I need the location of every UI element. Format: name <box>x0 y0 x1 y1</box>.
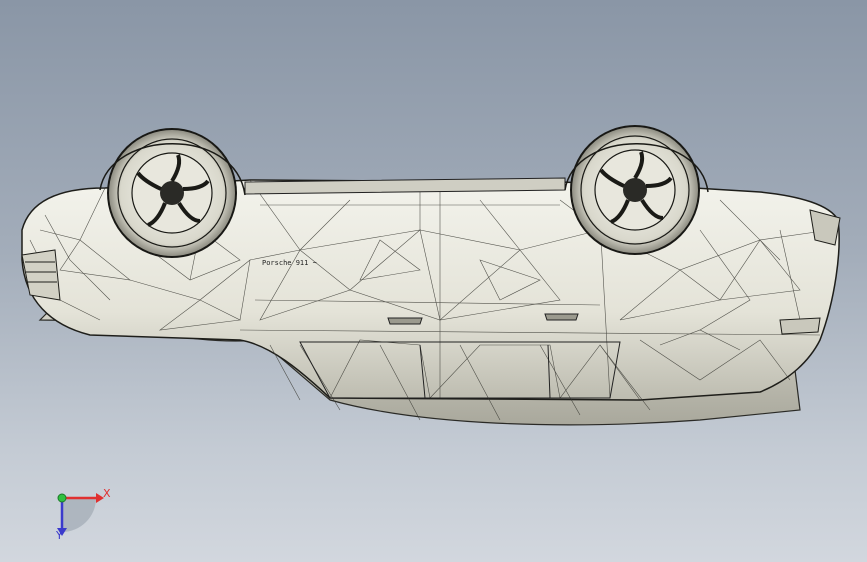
rear-wheel <box>570 125 700 255</box>
graphics-viewport[interactable]: Porsche 911 ~ X Y <box>0 0 867 562</box>
y-axis-label: Y <box>56 529 63 542</box>
front-bumper <box>21 249 61 301</box>
emblem-text: Porsche 911 ~ <box>262 259 317 267</box>
triad-graphic <box>57 493 104 536</box>
coordinate-triad: X Y <box>38 478 128 548</box>
door-handle-rear <box>544 313 579 321</box>
door-handle-front <box>387 317 423 325</box>
front-wheel <box>107 128 237 258</box>
x-axis-label: X <box>103 487 111 500</box>
car-model-wireframe[interactable]: Porsche 911 ~ <box>0 0 867 562</box>
